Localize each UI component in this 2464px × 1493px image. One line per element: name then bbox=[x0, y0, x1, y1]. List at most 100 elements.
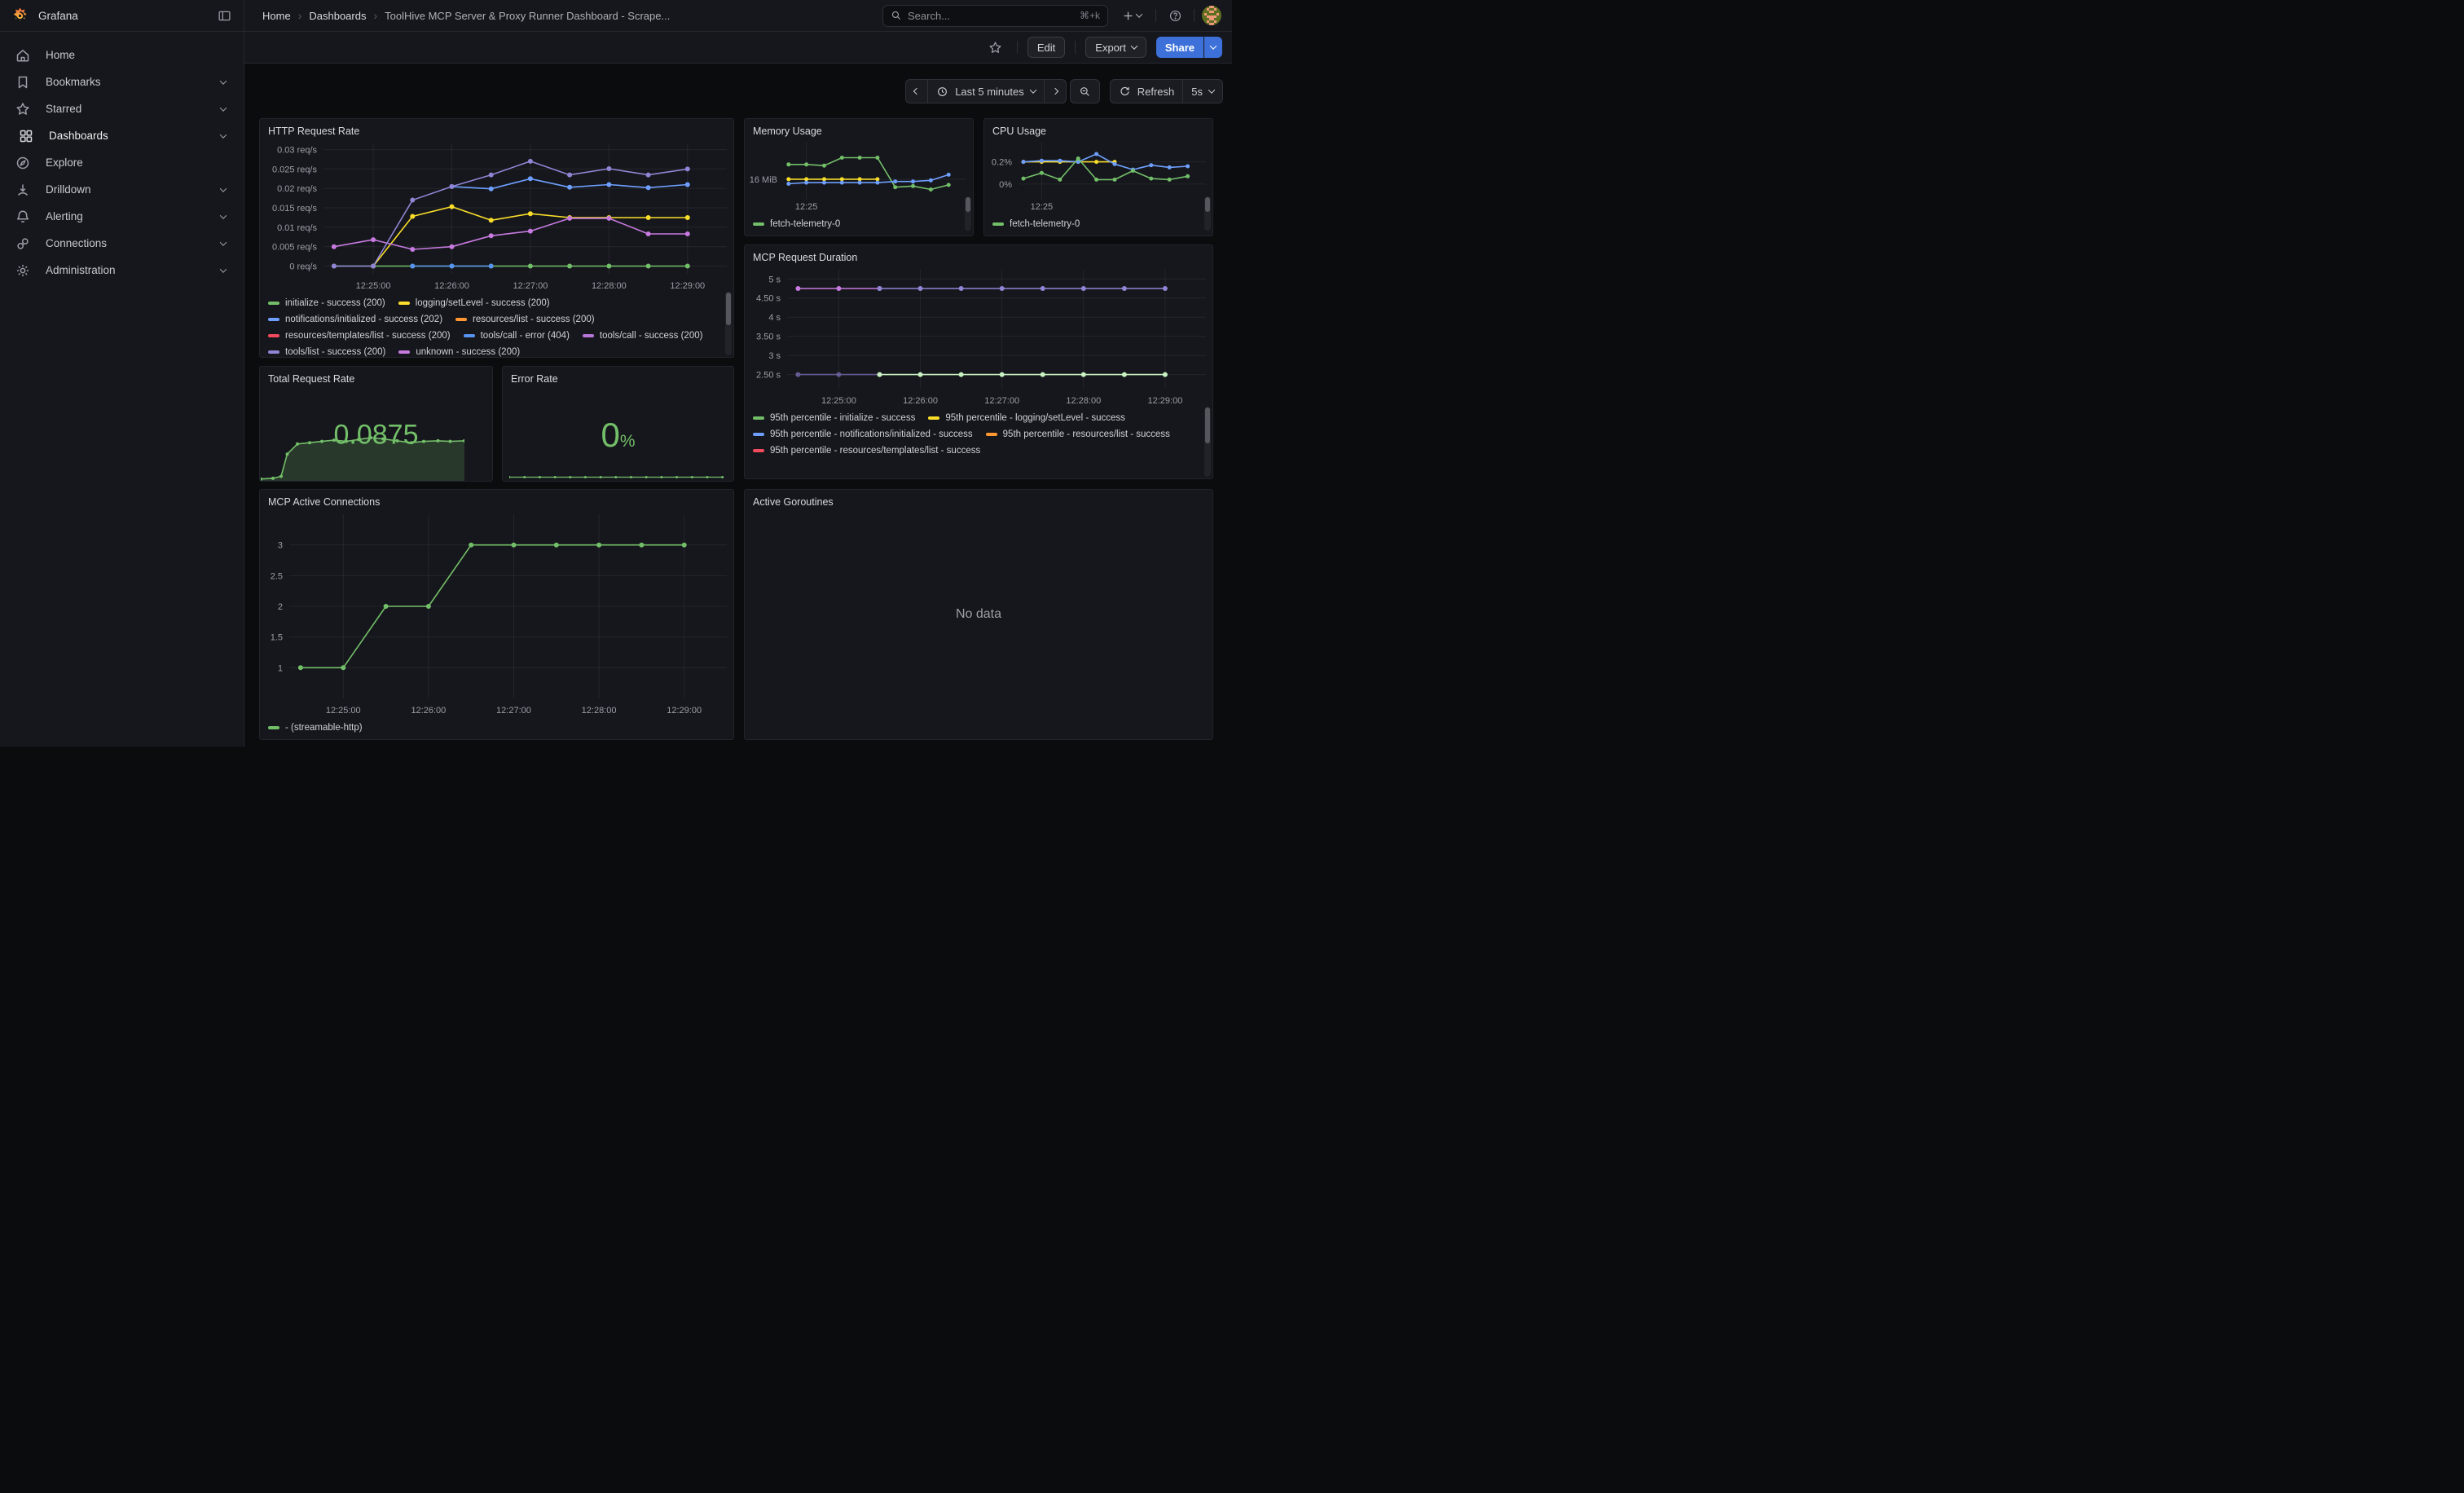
svg-text:3.50 s: 3.50 s bbox=[756, 333, 781, 342]
legend-item[interactable]: tools/call - success (200) bbox=[583, 328, 703, 344]
svg-text:0.03 req/s: 0.03 req/s bbox=[277, 146, 317, 156]
sidebar-item-home[interactable]: Home bbox=[0, 42, 244, 68]
legend-item[interactable]: 95th percentile - initialize - success bbox=[753, 410, 915, 426]
legend-item[interactable]: 95th percentile - notifications/initiali… bbox=[753, 426, 973, 443]
sidebar-item-connections[interactable]: Connections bbox=[0, 230, 244, 257]
sidebar-item-bookmarks[interactable]: Bookmarks bbox=[0, 68, 244, 95]
cpu-usage-chart[interactable]: 12:250.2%0% bbox=[984, 137, 1212, 214]
sidebar-item-alerting[interactable]: Alerting bbox=[0, 203, 244, 230]
http-request-rate-chart[interactable]: 12:25:0012:26:0012:27:0012:28:0012:29:00… bbox=[260, 137, 733, 293]
legend: fetch-telemetry-0 bbox=[745, 214, 973, 236]
legend-item[interactable]: fetch-telemetry-0 bbox=[992, 216, 1080, 232]
legend-swatch bbox=[268, 318, 279, 321]
legend-item[interactable]: - (streamable-http) bbox=[268, 720, 363, 736]
chevron-down-icon[interactable] bbox=[220, 77, 227, 84]
sidebar-item-dashboards[interactable]: Dashboards bbox=[0, 122, 244, 149]
svg-text:4.50 s: 4.50 s bbox=[756, 294, 781, 304]
help-icon[interactable] bbox=[1164, 4, 1186, 27]
star-icon bbox=[15, 101, 31, 117]
panel-title[interactable]: MCP Request Duration bbox=[745, 245, 1212, 263]
time-forward-button[interactable] bbox=[1045, 79, 1067, 103]
breadcrumb-home[interactable]: Home bbox=[262, 10, 291, 22]
sidebar-item-label: Explore bbox=[46, 156, 83, 169]
sidebar-item-starred[interactable]: Starred bbox=[0, 95, 244, 122]
grafana-logo[interactable] bbox=[11, 7, 29, 25]
legend-item[interactable]: 95th percentile - resources/templates/li… bbox=[753, 443, 980, 459]
legend-item[interactable]: 95th percentile - logging/setLevel - suc… bbox=[928, 410, 1125, 426]
legend-item[interactable]: resources/list - success (200) bbox=[455, 311, 595, 328]
panel-title[interactable]: CPU Usage bbox=[984, 119, 1212, 137]
user-avatar[interactable] bbox=[1202, 6, 1221, 25]
svg-text:0.02 req/s: 0.02 req/s bbox=[277, 184, 317, 194]
chevron-down-icon[interactable] bbox=[220, 104, 227, 111]
panel-title[interactable]: Active Goroutines bbox=[745, 490, 1212, 508]
legend-item[interactable]: 95th percentile - resources/list - succe… bbox=[986, 426, 1170, 443]
legend-scrollbar[interactable] bbox=[965, 196, 971, 231]
panel-title[interactable]: MCP Active Connections bbox=[260, 490, 733, 508]
legend-item[interactable]: initialize - success (200) bbox=[268, 295, 385, 311]
legend-swatch bbox=[268, 350, 279, 354]
drilldown-icon bbox=[15, 182, 31, 198]
chevron-down-icon[interactable] bbox=[220, 212, 227, 218]
zoom-out-button[interactable] bbox=[1070, 79, 1100, 103]
breadcrumb-dashboards[interactable]: Dashboards bbox=[309, 10, 366, 22]
search-box[interactable]: ⌘+k bbox=[882, 5, 1108, 27]
svg-text:4 s: 4 s bbox=[768, 313, 781, 323]
panel-title[interactable]: Total Request Rate bbox=[260, 367, 492, 385]
edit-button[interactable]: Edit bbox=[1027, 37, 1065, 58]
svg-text:12:26:00: 12:26:00 bbox=[411, 706, 446, 716]
legend-scrollbar[interactable] bbox=[1204, 407, 1211, 477]
chevron-down-icon[interactable] bbox=[220, 266, 227, 272]
time-range-picker[interactable]: Last 5 minutes bbox=[928, 79, 1045, 103]
add-new-button[interactable] bbox=[1115, 4, 1148, 27]
sidebar-item-administration[interactable]: Administration bbox=[0, 257, 244, 284]
svg-text:1.5: 1.5 bbox=[271, 633, 283, 643]
svg-text:12:25: 12:25 bbox=[795, 202, 818, 212]
chevron-down-icon[interactable] bbox=[220, 185, 227, 192]
panel-title[interactable]: Error Rate bbox=[503, 367, 733, 385]
search-input[interactable] bbox=[908, 10, 1074, 22]
favorite-star-button[interactable] bbox=[984, 36, 1007, 59]
divider bbox=[1155, 9, 1156, 22]
export-button[interactable]: Export bbox=[1085, 37, 1146, 58]
refresh-icon bbox=[1119, 86, 1131, 98]
legend-item[interactable]: tools/list - success (200) bbox=[268, 344, 385, 357]
share-button[interactable]: Share bbox=[1156, 37, 1203, 58]
mcp-request-duration-chart[interactable]: 12:25:0012:26:0012:27:0012:28:0012:29:00… bbox=[745, 263, 1212, 408]
legend-item[interactable]: unknown - success (200) bbox=[398, 344, 520, 357]
legend-scrollbar[interactable] bbox=[1204, 196, 1211, 231]
memory-usage-chart[interactable]: 12:2516 MiB bbox=[745, 137, 973, 214]
svg-text:0.015 req/s: 0.015 req/s bbox=[272, 204, 318, 214]
sidebar-item-drilldown[interactable]: Drilldown bbox=[0, 176, 244, 203]
refresh-interval-picker[interactable]: 5s bbox=[1183, 79, 1223, 103]
legend-scrollbar[interactable] bbox=[725, 292, 732, 355]
share-menu-button[interactable] bbox=[1204, 37, 1222, 58]
legend-label: 95th percentile - notifications/initiali… bbox=[770, 429, 973, 439]
error-rate-number: 0 bbox=[601, 416, 619, 454]
svg-text:2.50 s: 2.50 s bbox=[756, 371, 781, 381]
panel-mcp-request-duration: MCP Request Duration 12:25:0012:26:0012:… bbox=[744, 244, 1213, 479]
legend-item[interactable]: logging/setLevel - success (200) bbox=[398, 295, 550, 311]
chevron-down-icon[interactable] bbox=[220, 131, 227, 138]
time-back-button[interactable] bbox=[905, 79, 928, 103]
legend-item[interactable]: fetch-telemetry-0 bbox=[753, 216, 840, 232]
dashboard-canvas: Last 5 minutes Refresh bbox=[244, 64, 1232, 746]
svg-text:12:28:00: 12:28:00 bbox=[592, 281, 627, 291]
panel-title[interactable]: Memory Usage bbox=[745, 119, 973, 137]
chevron-down-icon[interactable] bbox=[220, 239, 227, 245]
legend-item[interactable]: tools/call - error (404) bbox=[464, 328, 570, 344]
mcp-active-connections-chart[interactable]: 12:25:0012:26:0012:27:0012:28:0012:29:00… bbox=[260, 508, 733, 718]
svg-text:12:25: 12:25 bbox=[1031, 202, 1054, 212]
sidebar-item-explore[interactable]: Explore bbox=[0, 149, 244, 176]
legend-item[interactable]: notifications/initialized - success (202… bbox=[268, 311, 442, 328]
svg-text:2.5: 2.5 bbox=[271, 571, 283, 581]
legend-item[interactable]: resources/templates/list - success (200) bbox=[268, 328, 451, 344]
no-data-message: No data bbox=[956, 607, 1001, 622]
legend-swatch bbox=[268, 302, 279, 305]
sidebar-item-label: Bookmarks bbox=[46, 76, 101, 88]
divider bbox=[1075, 41, 1076, 54]
svg-text:0 req/s: 0 req/s bbox=[289, 262, 317, 271]
panel-title[interactable]: HTTP Request Rate bbox=[260, 119, 733, 137]
sidebar-toggle-icon[interactable] bbox=[213, 4, 235, 27]
refresh-button[interactable]: Refresh bbox=[1110, 79, 1184, 103]
